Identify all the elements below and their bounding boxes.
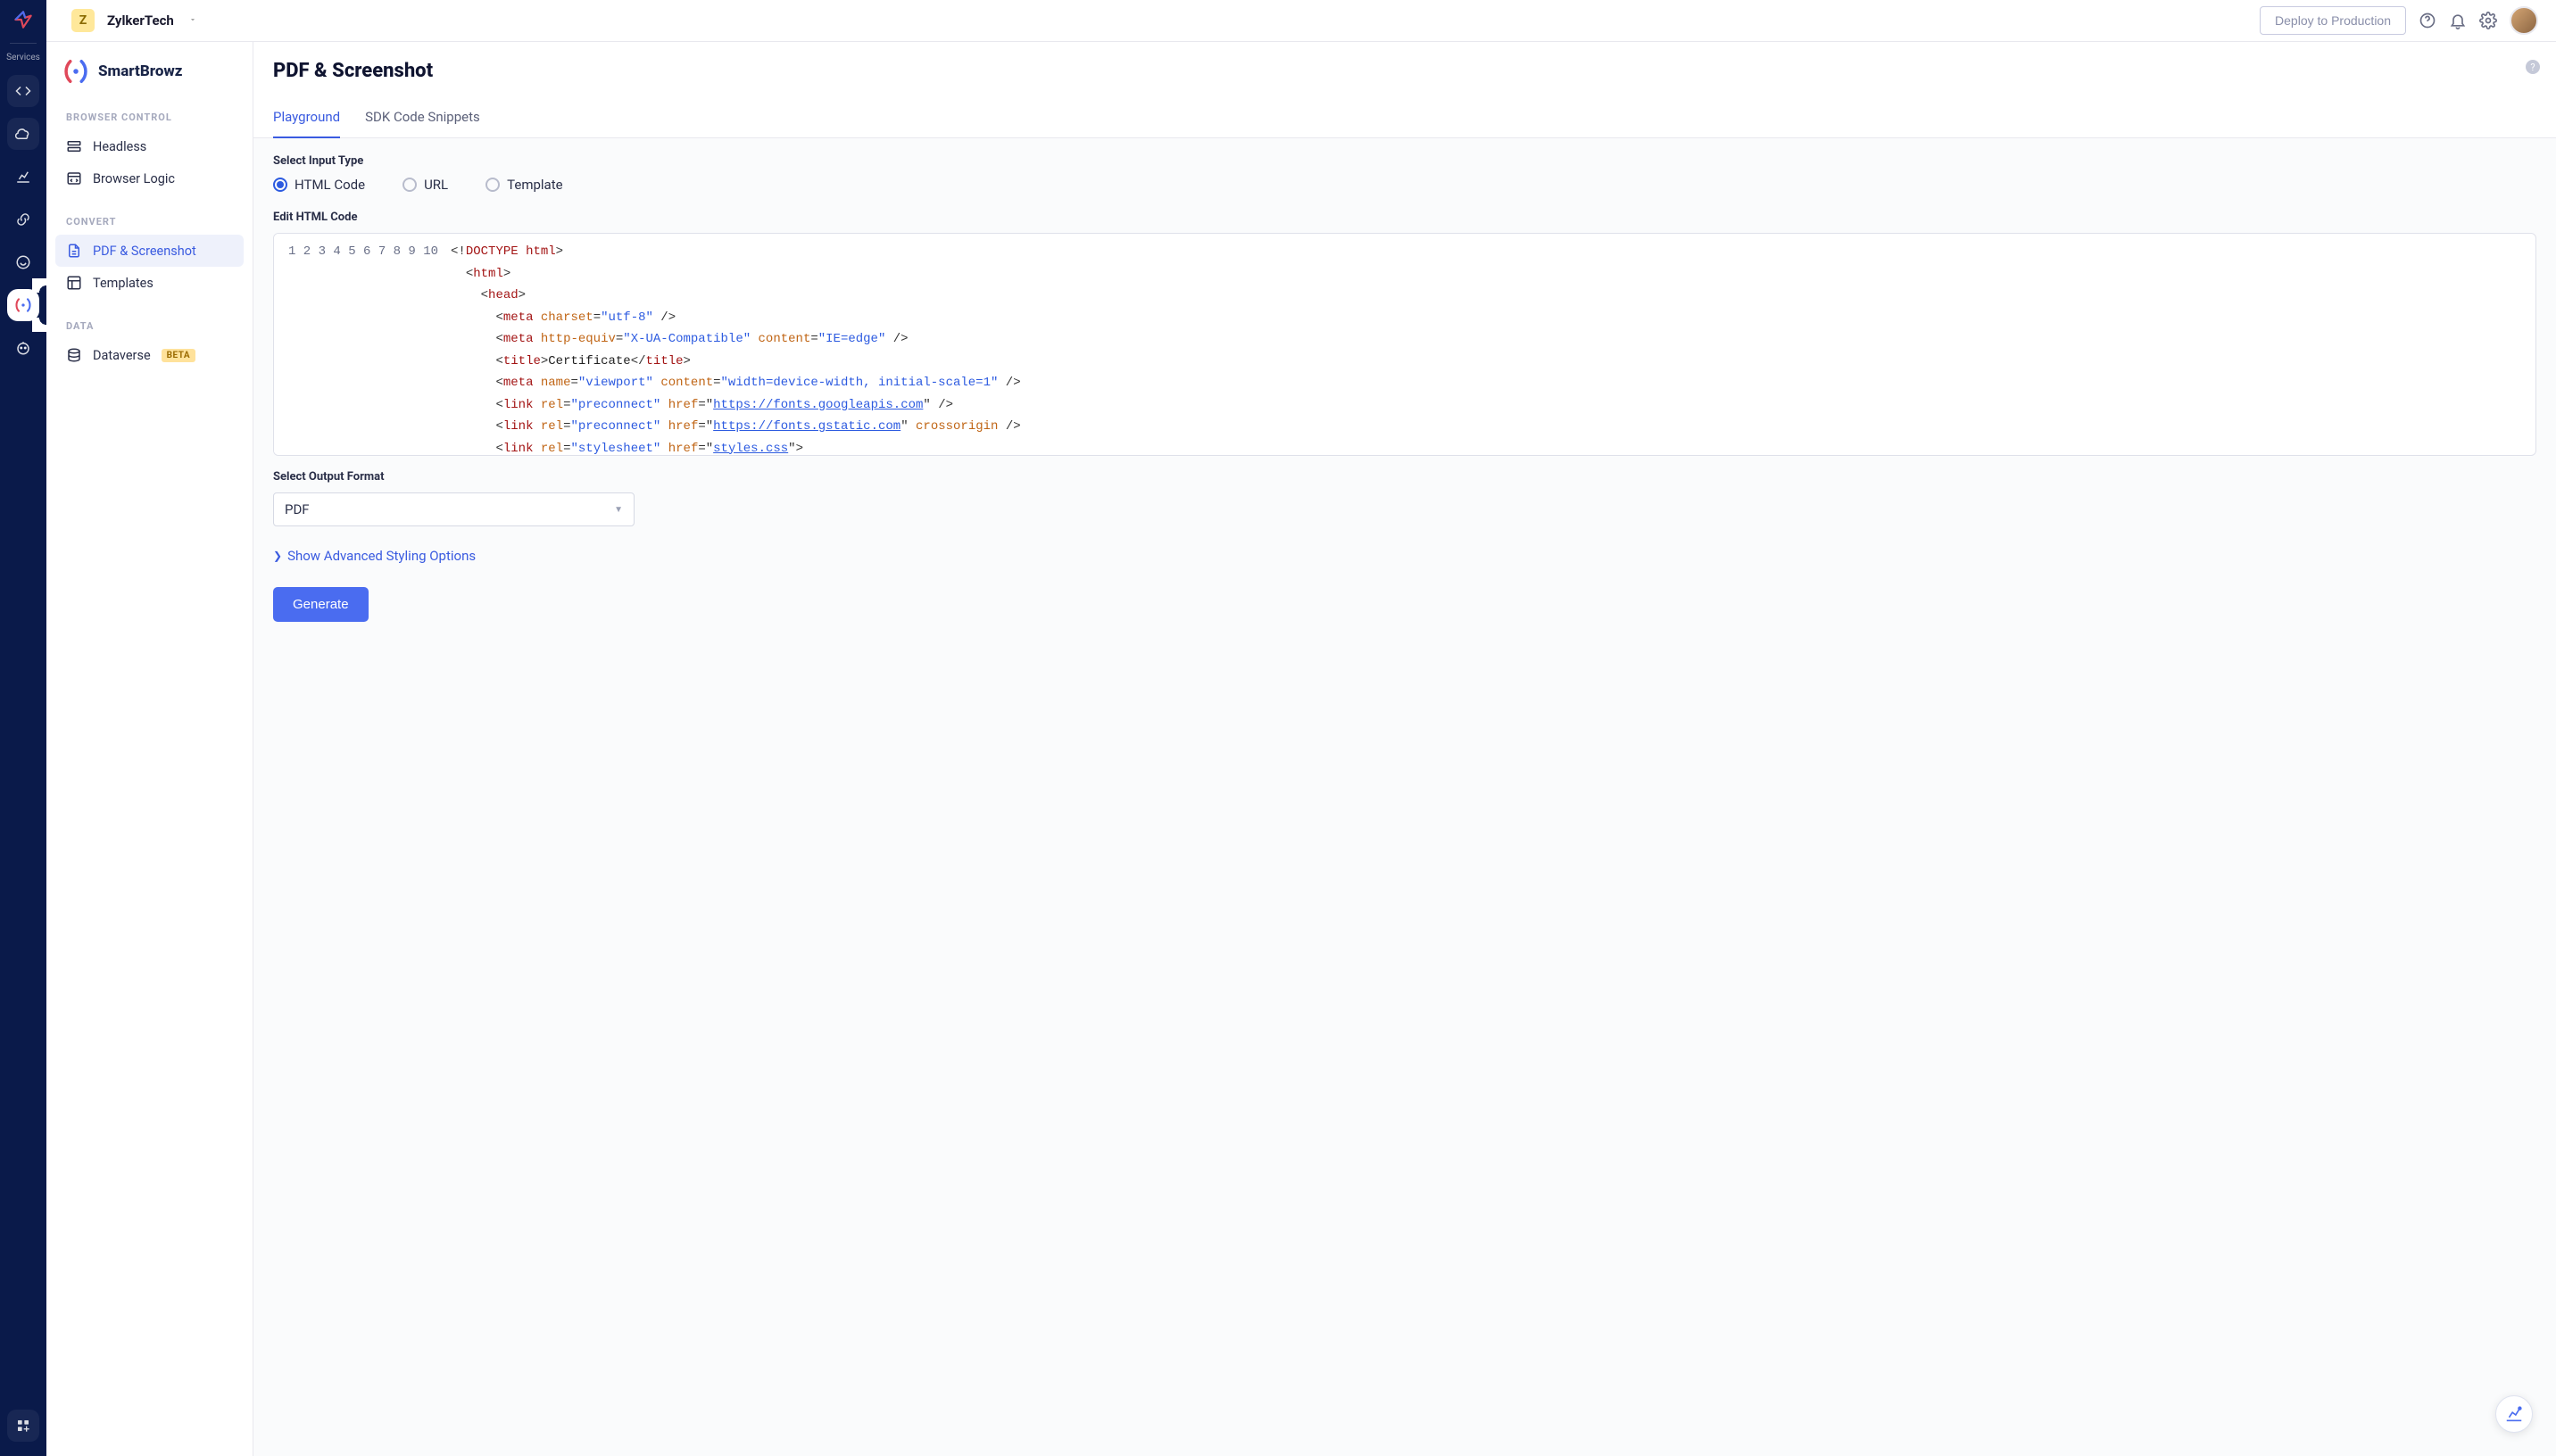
page-title: PDF & Screenshot — [273, 60, 2536, 82]
code-lines[interactable]: <!DOCTYPE html> <html> <head> <meta char… — [447, 234, 2535, 455]
radio-url[interactable]: URL — [402, 177, 448, 193]
chevron-down-icon: ▼ — [614, 505, 623, 515]
workspace-name[interactable]: ZylkerTech — [107, 12, 174, 29]
settings-icon[interactable] — [2479, 12, 2497, 29]
nav-item-browser-logic[interactable]: Browser Logic — [55, 162, 244, 194]
headless-icon — [66, 138, 82, 154]
browser-logic-icon — [66, 170, 82, 186]
rail-apps-icon[interactable] — [7, 1410, 39, 1442]
generate-button[interactable]: Generate — [273, 587, 369, 622]
templates-icon — [66, 275, 82, 291]
pdf-icon — [66, 243, 82, 259]
dataverse-icon — [66, 347, 82, 363]
workspace-dropdown-icon[interactable] — [188, 13, 197, 28]
input-type-radio-group: HTML Code URL Template — [273, 177, 2536, 193]
topbar: Z ZylkerTech Deploy to Production — [46, 0, 2556, 42]
radio-template[interactable]: Template — [485, 177, 562, 193]
html-code-editor[interactable]: 1 2 3 4 5 6 7 8 9 10 <!DOCTYPE html> <ht… — [273, 233, 2536, 456]
nav-item-label: PDF & Screenshot — [93, 244, 196, 259]
radio-label: HTML Code — [295, 177, 365, 193]
tab-playground[interactable]: Playground — [273, 100, 340, 137]
nav-item-headless[interactable]: Headless — [55, 130, 244, 162]
chevron-right-icon: ❯ — [273, 550, 282, 562]
rail-service-chat-icon[interactable] — [7, 246, 39, 278]
rail-service-analytics-icon[interactable] — [7, 161, 39, 193]
product-brand[interactable]: SmartBrowz — [55, 58, 244, 103]
nav-item-label: Headless — [93, 139, 146, 154]
services-rail: Services — [0, 0, 46, 1456]
nav-section-browser-control: BROWSER CONTROL — [55, 103, 244, 130]
rail-service-smartbrowz-icon[interactable] — [7, 289, 39, 321]
output-format-label: Select Output Format — [273, 470, 2536, 484]
radio-label: URL — [424, 177, 448, 193]
nav-item-dataverse[interactable]: Dataverse BETA — [55, 339, 244, 371]
nav-item-label: Browser Logic — [93, 171, 175, 186]
nav-section-convert: CONVERT — [55, 207, 244, 235]
beta-badge: BETA — [162, 349, 196, 362]
nav-item-label: Templates — [93, 276, 154, 291]
rail-service-code-icon[interactable] — [7, 75, 39, 107]
nav-item-pdf-screenshot[interactable]: PDF & Screenshot — [55, 235, 244, 267]
radio-html-code[interactable]: HTML Code — [273, 177, 365, 193]
rail-service-link-icon[interactable] — [7, 203, 39, 236]
nav-item-label: Dataverse — [93, 348, 151, 363]
services-label: Services — [6, 53, 40, 62]
product-name: SmartBrowz — [98, 62, 183, 80]
edit-html-label: Edit HTML Code — [273, 211, 2536, 224]
output-format-select[interactable]: PDF ▼ — [273, 492, 635, 526]
notifications-icon[interactable] — [2449, 12, 2467, 29]
nav-item-templates[interactable]: Templates — [55, 267, 244, 299]
tab-sdk-snippets[interactable]: SDK Code Snippets — [365, 100, 480, 137]
content-area: ? PDF & Screenshot Playground SDK Code S… — [253, 42, 2556, 1456]
line-gutter: 1 2 3 4 5 6 7 8 9 10 — [274, 234, 447, 455]
assistant-fab-icon[interactable] — [2495, 1395, 2533, 1433]
select-value: PDF — [285, 501, 310, 517]
user-avatar[interactable] — [2510, 6, 2538, 35]
tabs: Playground SDK Code Snippets — [253, 100, 2556, 138]
radio-icon — [273, 178, 287, 192]
help-icon[interactable] — [2419, 12, 2436, 29]
workspace-initial[interactable]: Z — [71, 9, 95, 32]
rail-service-bot-icon[interactable] — [7, 332, 39, 364]
page-help-icon[interactable]: ? — [2526, 60, 2540, 74]
radio-icon — [402, 178, 417, 192]
smartbrowz-logo-icon — [62, 58, 89, 85]
sidebar: SmartBrowz BROWSER CONTROL Headless Brow… — [46, 42, 253, 1456]
radio-icon — [485, 178, 500, 192]
rail-service-cloud-icon[interactable] — [7, 118, 39, 150]
catalyst-logo-icon[interactable] — [11, 7, 36, 32]
deploy-button[interactable]: Deploy to Production — [2260, 6, 2406, 35]
input-type-label: Select Input Type — [273, 154, 2536, 168]
nav-section-data: DATA — [55, 311, 244, 339]
advanced-label: Show Advanced Styling Options — [287, 548, 476, 564]
radio-label: Template — [507, 177, 562, 193]
advanced-options-toggle[interactable]: ❯ Show Advanced Styling Options — [273, 548, 2536, 564]
